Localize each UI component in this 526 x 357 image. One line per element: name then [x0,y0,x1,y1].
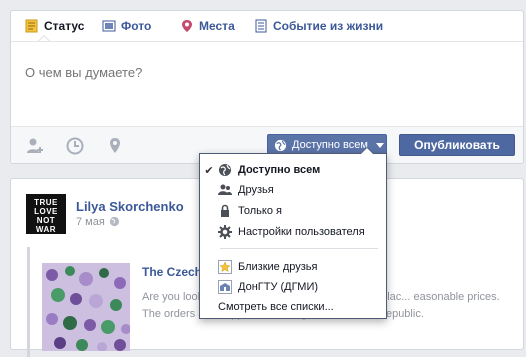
privacy-selector-label: Доступно всем [292,139,368,151]
audience-option-only-me[interactable]: Только я [200,201,386,221]
status-icon [25,19,38,33]
photo-icon [102,20,116,32]
star-list-icon [218,260,232,274]
post-timestamp[interactable]: 7 мая [76,216,105,228]
status-input[interactable] [25,65,495,80]
tab-photo-label: Фото [121,19,152,33]
tab-life-event-label: Событие из жизни [273,19,384,33]
checkmark-icon: ✔ [204,164,214,177]
place-pin-icon [182,20,192,32]
tab-places-label: Места [199,19,235,33]
dropdown-pointer [360,147,374,154]
tab-status-label: Статус [44,19,85,33]
audience-option-label: Настройки пользователя [238,226,365,238]
link-title[interactable]: The Czech [142,265,202,279]
tab-status[interactable]: Статус [25,11,84,41]
audience-option-label: Друзья [238,184,274,196]
globe-icon [219,164,231,176]
see-all-lists-label: Смотреть все списки... [218,301,334,313]
lock-icon [221,204,229,217]
audience-dropdown-menu: ✔ Доступно всем Друзья Только я Настройк… [199,147,387,319]
globe-icon [274,139,287,151]
audience-option-friends[interactable]: Друзья [200,180,386,200]
tab-places[interactable]: Места [180,11,235,41]
school-list-icon [218,280,232,294]
audience-option-label: Доступно всем [238,164,321,176]
active-tab-pointer [38,35,50,41]
composer-tabs: Статус Фото Места Событие из жизни [11,11,523,42]
audience-option-custom[interactable]: Настройки пользователя [200,222,386,242]
publish-button[interactable]: Опубликовать [399,134,515,156]
friends-icon [218,184,232,195]
audience-list-label: Близкие друзья [238,261,318,273]
chevron-down-icon [375,142,384,148]
audience-list-close-friends[interactable]: Близкие друзья [200,257,386,277]
tag-friends-icon[interactable] [25,136,45,156]
avatar[interactable]: TRUE LOVE NOT WAR [26,194,66,234]
audience-option-public[interactable]: ✔ Доступно всем [200,160,386,180]
location-pin-icon[interactable] [105,136,125,156]
gear-icon [218,225,232,239]
clock-icon[interactable] [65,136,85,156]
post-author-name[interactable]: Lilya Skorchenko [76,199,184,214]
audience-list-school[interactable]: ДонГТУ (ДГМИ) [200,277,386,297]
menu-divider [220,248,378,249]
tab-photo[interactable]: Фото [102,11,151,41]
life-event-icon [255,19,267,33]
link-thumbnail-image[interactable] [42,263,130,351]
status-composer: Статус Фото Места Событие из жизни Досту… [10,10,524,164]
public-audience-icon[interactable] [109,216,120,227]
beads-image [42,263,130,351]
audience-option-label: Только я [238,205,282,217]
avatar-text: TRUE LOVE NOT WAR [34,198,58,234]
tab-life-event[interactable]: Событие из жизни [254,11,383,41]
audience-list-label: ДонГТУ (ДГМИ) [238,281,319,293]
see-all-lists-link[interactable]: Смотреть все списки... [200,297,386,317]
